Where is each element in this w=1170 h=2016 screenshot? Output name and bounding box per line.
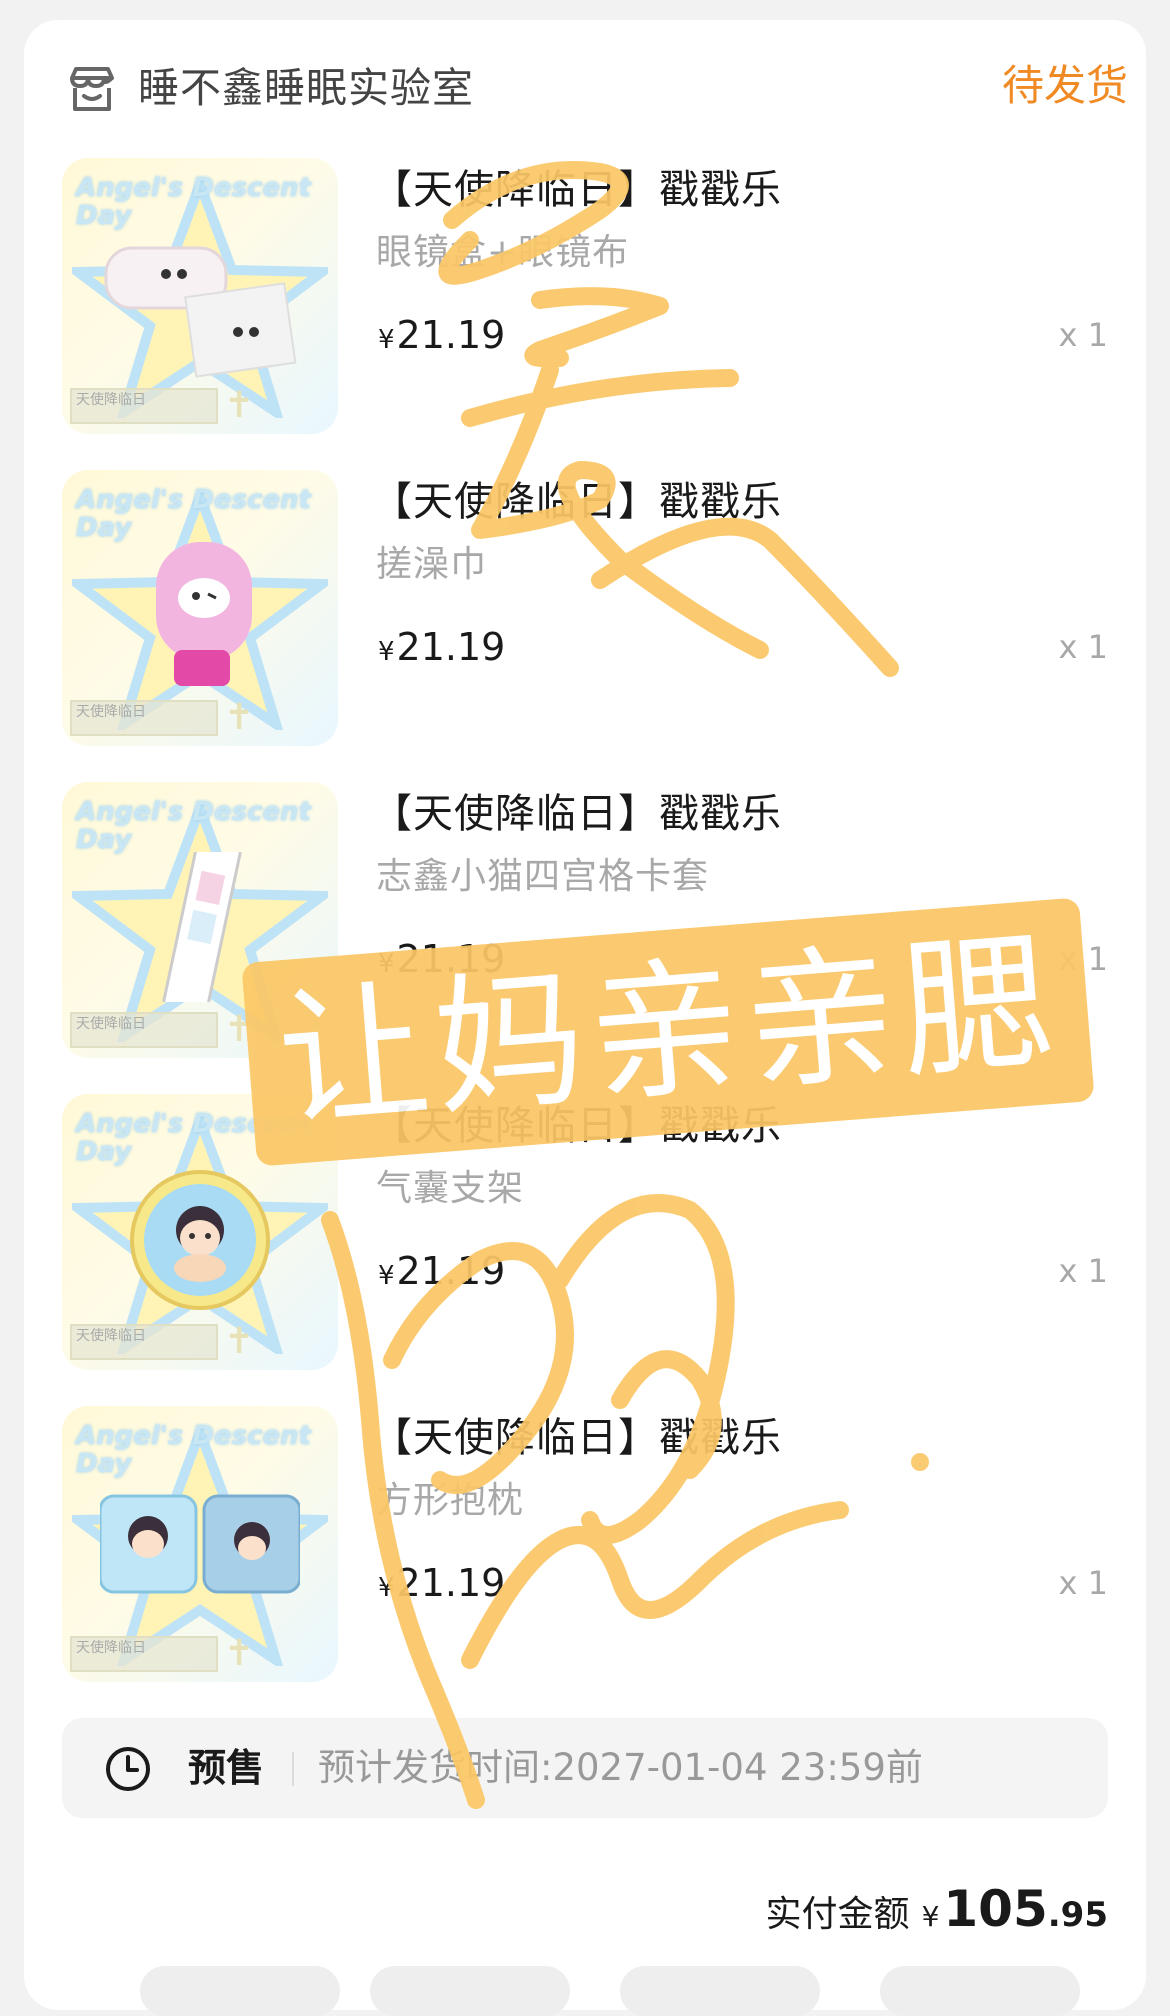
cross-icon: ✝: [224, 697, 255, 738]
total-label: 实付金额: [765, 1894, 910, 1935]
item-price: ¥21.19: [378, 1244, 505, 1303]
item-price: ¥21.19: [378, 1556, 505, 1615]
price-value: 21.19: [396, 313, 506, 357]
bottom-action-bar: [0, 1966, 1170, 2016]
price-value: 21.19: [396, 625, 506, 669]
currency-symbol: ¥: [378, 1573, 395, 1603]
product-thumbnail[interactable]: Angel's Descent Day 天使降临日 ✝: [62, 470, 338, 746]
thumb-tag: 天使降临日: [70, 1324, 218, 1360]
price-value: 21.19: [396, 1561, 506, 1605]
thumb-tag: 天使降临日: [70, 700, 218, 736]
pillow-icon: [100, 1494, 300, 1594]
divider: [292, 1752, 294, 1786]
shop-name[interactable]: 睡不鑫睡眠实验室: [138, 58, 474, 118]
item-subtitle: 搓澡巾: [376, 544, 488, 585]
thumb-brand: Angel's Descent Day: [76, 173, 311, 231]
estimated-ship-time: 预计发货时间:2027-01-04 23:59前: [318, 1746, 923, 1789]
presale-label: 预售: [188, 1746, 265, 1790]
item-title[interactable]: 【天使降临日】戳戳乐: [372, 786, 782, 842]
cross-icon: ✝: [224, 1633, 255, 1674]
product-thumbnail[interactable]: Angel's Descent Day 天使降临日 ✝: [62, 158, 338, 434]
presale-info-bar: 预售 预计发货时间:2027-01-04 23:59前: [62, 1718, 1108, 1818]
total-integer: 105: [943, 1880, 1048, 1938]
cross-icon: ✝: [224, 1321, 255, 1362]
total-currency: ¥: [921, 1900, 940, 1933]
currency-symbol: ¥: [378, 1261, 395, 1291]
total-decimal: .95: [1047, 1895, 1108, 1935]
item-quantity: x 1: [1058, 628, 1108, 666]
cross-icon: ✝: [224, 385, 255, 426]
order-item[interactable]: Angel's Descent Day 天使降临日 ✝ 【天使降临日】戳戳乐 眼…: [62, 158, 1108, 436]
shop-icon: [70, 67, 114, 111]
thumb-brand: Angel's Descent Day: [76, 797, 311, 855]
thumb-tag: 天使降临日: [70, 1636, 218, 1672]
item-quantity: x 1: [1058, 1564, 1108, 1602]
order-total: 实付金额 ¥105.95: [766, 1874, 1108, 1944]
item-title[interactable]: 【天使降临日】戳戳乐: [372, 474, 782, 530]
item-price: ¥21.19: [378, 308, 505, 367]
item-subtitle: 眼镜盒+眼镜布: [376, 232, 630, 273]
thumb-brand: Angel's Descent Day: [76, 485, 311, 543]
thumb-tag: 天使降临日: [70, 1012, 218, 1048]
item-price: ¥21.19: [378, 620, 505, 679]
currency-symbol: ¥: [378, 637, 395, 667]
action-button[interactable]: [620, 1966, 820, 2016]
item-title[interactable]: 【天使降临日】戳戳乐: [372, 162, 782, 218]
item-subtitle: 方形抱枕: [376, 1480, 525, 1521]
item-quantity: x 1: [1058, 316, 1108, 354]
thumb-brand: Angel's Descent Day: [76, 1421, 311, 1479]
price-value: 21.19: [396, 1249, 506, 1293]
action-button[interactable]: [880, 1966, 1080, 2016]
phone-grip-icon: [130, 1170, 270, 1310]
thumb-tag: 天使降临日: [70, 388, 218, 424]
action-button[interactable]: [370, 1966, 570, 2016]
item-subtitle: 志鑫小猫四宫格卡套: [376, 856, 710, 897]
bath-mitt-icon: [156, 542, 252, 686]
item-quantity: x 1: [1058, 1252, 1108, 1290]
clock-icon: [106, 1747, 150, 1791]
order-status: 待发货: [1001, 61, 1128, 110]
action-button[interactable]: [140, 1966, 340, 2016]
currency-symbol: ¥: [378, 325, 395, 355]
item-title[interactable]: 【天使降临日】戳戳乐: [372, 1410, 782, 1466]
shop-header[interactable]: 睡不鑫睡眠实验室 待发货: [42, 42, 1128, 132]
order-item[interactable]: Angel's Descent Day 天使降临日 ✝ 【天使降临日】戳戳乐 搓…: [62, 470, 1108, 748]
item-subtitle: 气囊支架: [376, 1168, 525, 1209]
glasses-case-icon: [104, 246, 297, 378]
order-item[interactable]: Angel's Descent Day 天使降临日 ✝ 【天使降临日】戳戳乐 方…: [62, 1406, 1108, 1684]
product-thumbnail[interactable]: Angel's Descent Day 天使降临日 ✝: [62, 1406, 338, 1682]
